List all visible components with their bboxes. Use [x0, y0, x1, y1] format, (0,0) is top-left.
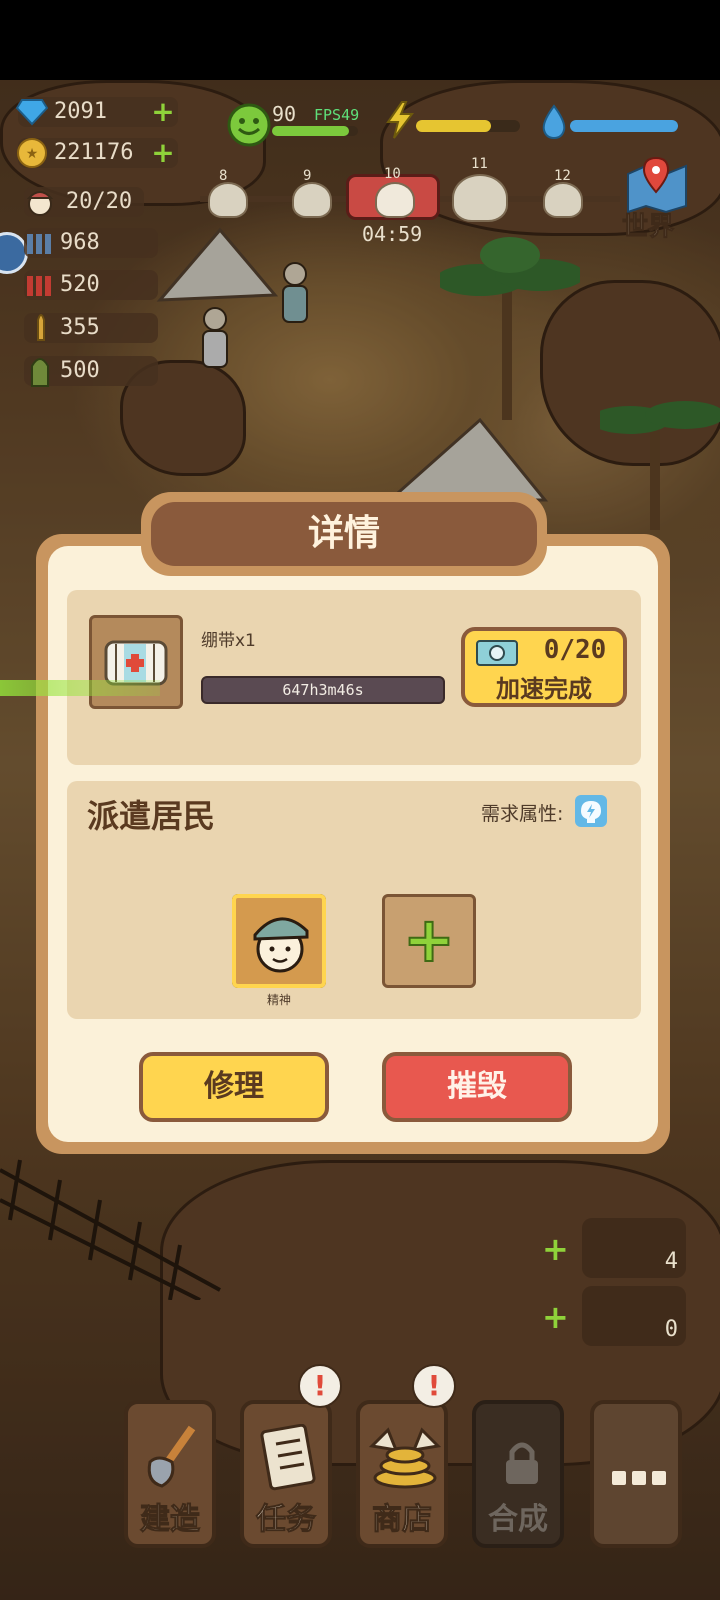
destroy-label: 摧毁	[447, 1069, 507, 1104]
mood-bar	[272, 126, 358, 136]
shotgun-shells-icon	[27, 276, 51, 296]
mood-smiley-icon	[227, 103, 271, 147]
survivor-head-icon	[26, 191, 54, 216]
diamond-icon	[16, 99, 48, 126]
dispatch-title: 派遣居民	[87, 797, 216, 835]
water-bar	[570, 120, 678, 132]
item-name: 绷带x1	[201, 631, 256, 651]
shop-alert-icon: !	[412, 1364, 456, 1408]
energy-bolt-icon	[386, 101, 414, 139]
energy-bar	[416, 120, 520, 132]
progress-timer: 647h3m46s	[282, 681, 364, 699]
diamond-value: 2091	[54, 99, 107, 124]
ticket-count: 0/20	[543, 635, 607, 665]
resident-slot[interactable]	[232, 894, 326, 988]
svg-text:★: ★	[26, 146, 39, 162]
shells-value: 520	[60, 272, 100, 297]
repair-label: 修理	[204, 1069, 264, 1104]
build-label: 建造	[140, 1502, 201, 1538]
slot-count: 0	[664, 1317, 678, 1342]
speedup-button[interactable]: 0/20 加速完成	[461, 627, 627, 707]
rocket-icon	[31, 358, 49, 387]
rifle-ammo-value: 355	[60, 315, 100, 340]
laser-beam	[0, 680, 160, 696]
add-resident-slot[interactable]: +	[382, 894, 476, 988]
add-slot-button[interactable]: +	[542, 1233, 569, 1265]
wave-skull-icon	[292, 182, 332, 218]
world-map-icon[interactable]	[624, 154, 690, 214]
lock-icon	[506, 1442, 538, 1484]
dialog-title: 详情	[151, 502, 537, 566]
wave-skull-icon	[208, 182, 248, 218]
dialog-body: 绷带x1 647h3m46s 0/20 加速完成 派遣居民 需求属性: 精神 +…	[48, 546, 658, 1142]
rocket-value: 500	[60, 358, 100, 383]
wave-number: 11	[471, 156, 488, 172]
build-button[interactable]: 建造	[124, 1400, 216, 1548]
bullets-icon	[27, 234, 51, 254]
add-gold-button[interactable]: +	[150, 139, 176, 167]
gold-coin-icon: ★	[17, 138, 47, 168]
boss-skull-icon	[452, 174, 508, 222]
energy-bar-fill	[416, 120, 491, 132]
task-button[interactable]: 任务	[240, 1400, 332, 1548]
population-value: 20/20	[65, 189, 133, 214]
speed-ticket-icon	[476, 640, 518, 666]
destroy-button[interactable]: 摧毁	[382, 1052, 572, 1122]
gold-value: 221176	[54, 140, 134, 165]
task-alert-icon: !	[298, 1364, 342, 1408]
wave-timer: 04:59	[362, 222, 423, 246]
coin-pile-icon	[368, 1427, 442, 1489]
slot-count: 4	[664, 1249, 678, 1274]
shop-label: 商店	[372, 1502, 433, 1538]
speedup-label: 加速完成	[496, 675, 592, 703]
dispatch-panel: 派遣居民 需求属性: 精神 +	[67, 781, 641, 1019]
water-bar-fill	[570, 120, 678, 132]
wave-number: 10	[384, 166, 401, 182]
fps-counter: FPS49	[314, 106, 360, 124]
craft-button-locked[interactable]: 合成	[472, 1400, 564, 1548]
resident-avatar-icon	[253, 917, 309, 973]
craft-label: 合成	[488, 1502, 548, 1537]
shovel-icon	[147, 1425, 196, 1488]
water-drop-icon	[542, 104, 566, 140]
item-panel: 绷带x1 647h3m46s 0/20 加速完成	[67, 590, 641, 765]
rifle-bullet-icon	[37, 314, 45, 341]
wave-skull-icon	[375, 182, 415, 218]
resource-slot[interactable]: 4	[582, 1218, 686, 1278]
dialog-title-tab: 详情	[141, 492, 547, 576]
add-diamond-button[interactable]: +	[150, 98, 176, 126]
requirement-label: 需求属性:	[481, 803, 564, 825]
resource-slot[interactable]: 0	[582, 1286, 686, 1346]
world-label[interactable]: 世界	[621, 206, 674, 243]
spirit-attribute-icon	[575, 795, 607, 827]
ammo-value: 968	[60, 230, 100, 255]
task-label: 任务	[256, 1502, 317, 1538]
plus-icon: +	[402, 902, 456, 977]
details-dialog: 绷带x1 647h3m46s 0/20 加速完成 派遣居民 需求属性: 精神 +…	[36, 534, 670, 1154]
wave-skull-icon	[543, 182, 583, 218]
mood-bar-fill	[272, 126, 350, 136]
more-dots-icon	[604, 1470, 674, 1489]
task-list-icon	[260, 1424, 316, 1491]
mood-value: 90	[272, 102, 297, 126]
build-progress-bar: 647h3m46s	[201, 676, 445, 704]
repair-button[interactable]: 修理	[139, 1052, 329, 1122]
add-slot-button[interactable]: +	[542, 1301, 569, 1333]
shop-button[interactable]: 商店	[356, 1400, 448, 1548]
resident-attribute: 精神	[266, 993, 291, 1007]
more-button[interactable]	[590, 1400, 682, 1548]
